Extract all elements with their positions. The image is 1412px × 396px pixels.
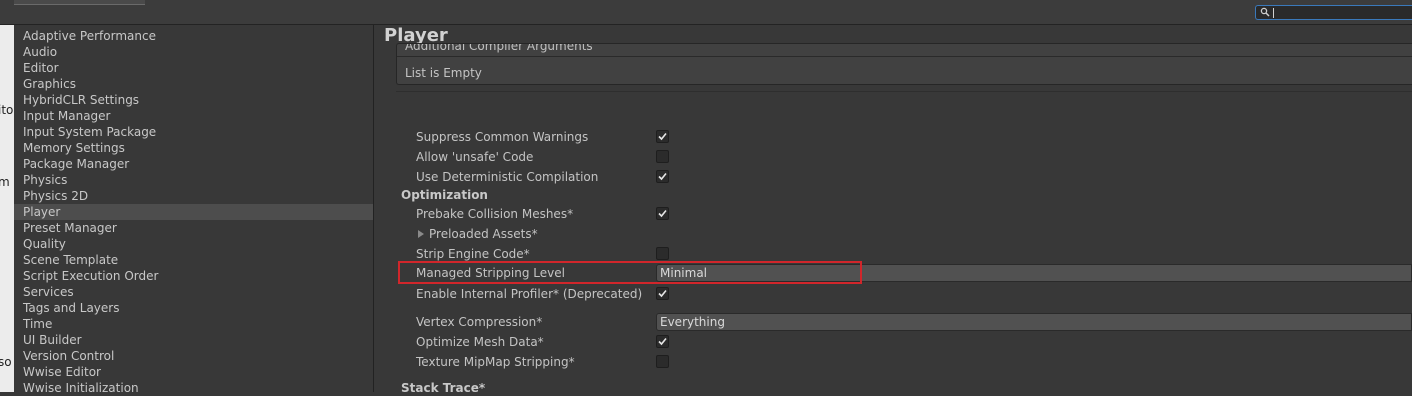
annotation-highlight	[398, 261, 862, 284]
checkmark-icon	[658, 209, 667, 218]
sidebar-item-time[interactable]: Time	[14, 316, 373, 332]
texture-mipmap-checkbox[interactable]	[656, 355, 669, 368]
background-window-edge: ito m so	[0, 0, 14, 392]
setting-label: Optimize Mesh Data*	[416, 335, 544, 349]
setting-row: Suppress Common Warnings	[374, 127, 1412, 147]
checkmark-icon	[658, 289, 667, 298]
setting-row: Allow 'unsafe' Code	[374, 147, 1412, 167]
setting-row: Optimize Mesh Data*	[374, 332, 1412, 352]
setting-label: Allow 'unsafe' Code	[416, 150, 534, 164]
checkmark-icon	[658, 337, 667, 346]
sidebar-item-graphics[interactable]: Graphics	[14, 76, 373, 92]
search-icon	[1260, 7, 1270, 17]
sidebar-item-tags-and-layers[interactable]: Tags and Layers	[14, 300, 373, 316]
window-tab[interactable]	[14, 0, 145, 5]
sidebar-item-quality[interactable]: Quality	[14, 236, 373, 252]
setting-row: Texture MipMap Stripping*	[374, 352, 1412, 372]
setting-label: Vertex Compression*	[416, 315, 543, 329]
internal-profiler-checkbox[interactable]	[656, 287, 669, 300]
checkmark-icon	[658, 132, 667, 141]
sidebar-item-input-system-package[interactable]: Input System Package	[14, 124, 373, 140]
setting-row: Use Deterministic Compilation	[374, 167, 1412, 187]
setting-label: Texture MipMap Stripping*	[416, 355, 575, 369]
setting-label: Prebake Collision Meshes*	[416, 207, 574, 221]
dropdown-value: Everything	[660, 315, 725, 329]
background-text-fragment: so	[0, 355, 12, 369]
background-text-fragment: m	[0, 175, 10, 189]
sidebar-item-services[interactable]: Services	[14, 284, 373, 300]
setting-row: Enable Internal Profiler* (Deprecated)	[374, 284, 1412, 304]
sidebar-item-editor[interactable]: Editor	[14, 60, 373, 76]
search-input[interactable]	[1255, 5, 1412, 20]
sidebar-item-ui-builder[interactable]: UI Builder	[14, 332, 373, 348]
sidebar-item-script-execution-order[interactable]: Script Execution Order	[14, 268, 373, 284]
sidebar-item-audio[interactable]: Audio	[14, 44, 373, 60]
settings-sidebar: Adaptive Performance Audio Editor Graphi…	[14, 25, 374, 395]
sidebar-item-adaptive-performance[interactable]: Adaptive Performance	[14, 28, 373, 44]
setting-label: Enable Internal Profiler* (Deprecated)	[416, 287, 643, 301]
setting-label: Use Deterministic Compilation	[416, 170, 599, 184]
preloaded-assets-foldout[interactable]: Preloaded Assets*	[374, 224, 1412, 244]
setting-label: Strip Engine Code*	[416, 247, 530, 261]
background-text-fragment: ito	[0, 103, 14, 117]
sidebar-item-memory-settings[interactable]: Memory Settings	[14, 140, 373, 156]
vertex-compression-dropdown[interactable]: Everything	[656, 313, 1412, 331]
stack-trace-header: Stack Trace*	[401, 381, 486, 395]
allow-unsafe-checkbox[interactable]	[656, 150, 669, 163]
checkmark-icon	[658, 172, 667, 181]
text-caret	[1273, 8, 1274, 18]
inspector-panel: Player Additional Compiler Arguments Lis…	[374, 25, 1412, 395]
optimization-header: Optimization	[401, 188, 488, 202]
optimize-mesh-checkbox[interactable]	[656, 335, 669, 348]
divider	[396, 91, 1412, 92]
sidebar-item-scene-template[interactable]: Scene Template	[14, 252, 373, 268]
setting-row: Vertex Compression* Everything	[374, 312, 1412, 332]
deterministic-compilation-checkbox[interactable]	[656, 170, 669, 183]
sidebar-item-input-manager[interactable]: Input Manager	[14, 108, 373, 124]
list-empty-text: List is Empty	[405, 66, 482, 80]
compiler-arguments-list: Additional Compiler Arguments List is Em…	[396, 43, 1412, 85]
sidebar-item-player[interactable]: Player	[14, 204, 373, 220]
sidebar-item-version-control[interactable]: Version Control	[14, 348, 373, 364]
list-header[interactable]: Additional Compiler Arguments	[405, 44, 593, 53]
sidebar-item-preset-manager[interactable]: Preset Manager	[14, 220, 373, 236]
setting-row: Prebake Collision Meshes*	[374, 204, 1412, 224]
sidebar-item-wwise-initialization[interactable]: Wwise Initialization	[14, 380, 373, 396]
prebake-collision-checkbox[interactable]	[656, 207, 669, 220]
setting-label: Preloaded Assets*	[429, 227, 538, 241]
toolbar	[0, 0, 1412, 25]
sidebar-item-hybridclr-settings[interactable]: HybridCLR Settings	[14, 92, 373, 108]
sidebar-item-physics-2d[interactable]: Physics 2D	[14, 188, 373, 204]
sidebar-item-wwise-editor[interactable]: Wwise Editor	[14, 364, 373, 380]
sidebar-item-physics[interactable]: Physics	[14, 172, 373, 188]
setting-label: Suppress Common Warnings	[416, 130, 589, 144]
sidebar-item-package-manager[interactable]: Package Manager	[14, 156, 373, 172]
suppress-warnings-checkbox[interactable]	[656, 130, 669, 143]
chevron-right-icon	[418, 230, 424, 238]
divider	[397, 56, 1412, 57]
strip-engine-code-checkbox[interactable]	[656, 247, 669, 260]
